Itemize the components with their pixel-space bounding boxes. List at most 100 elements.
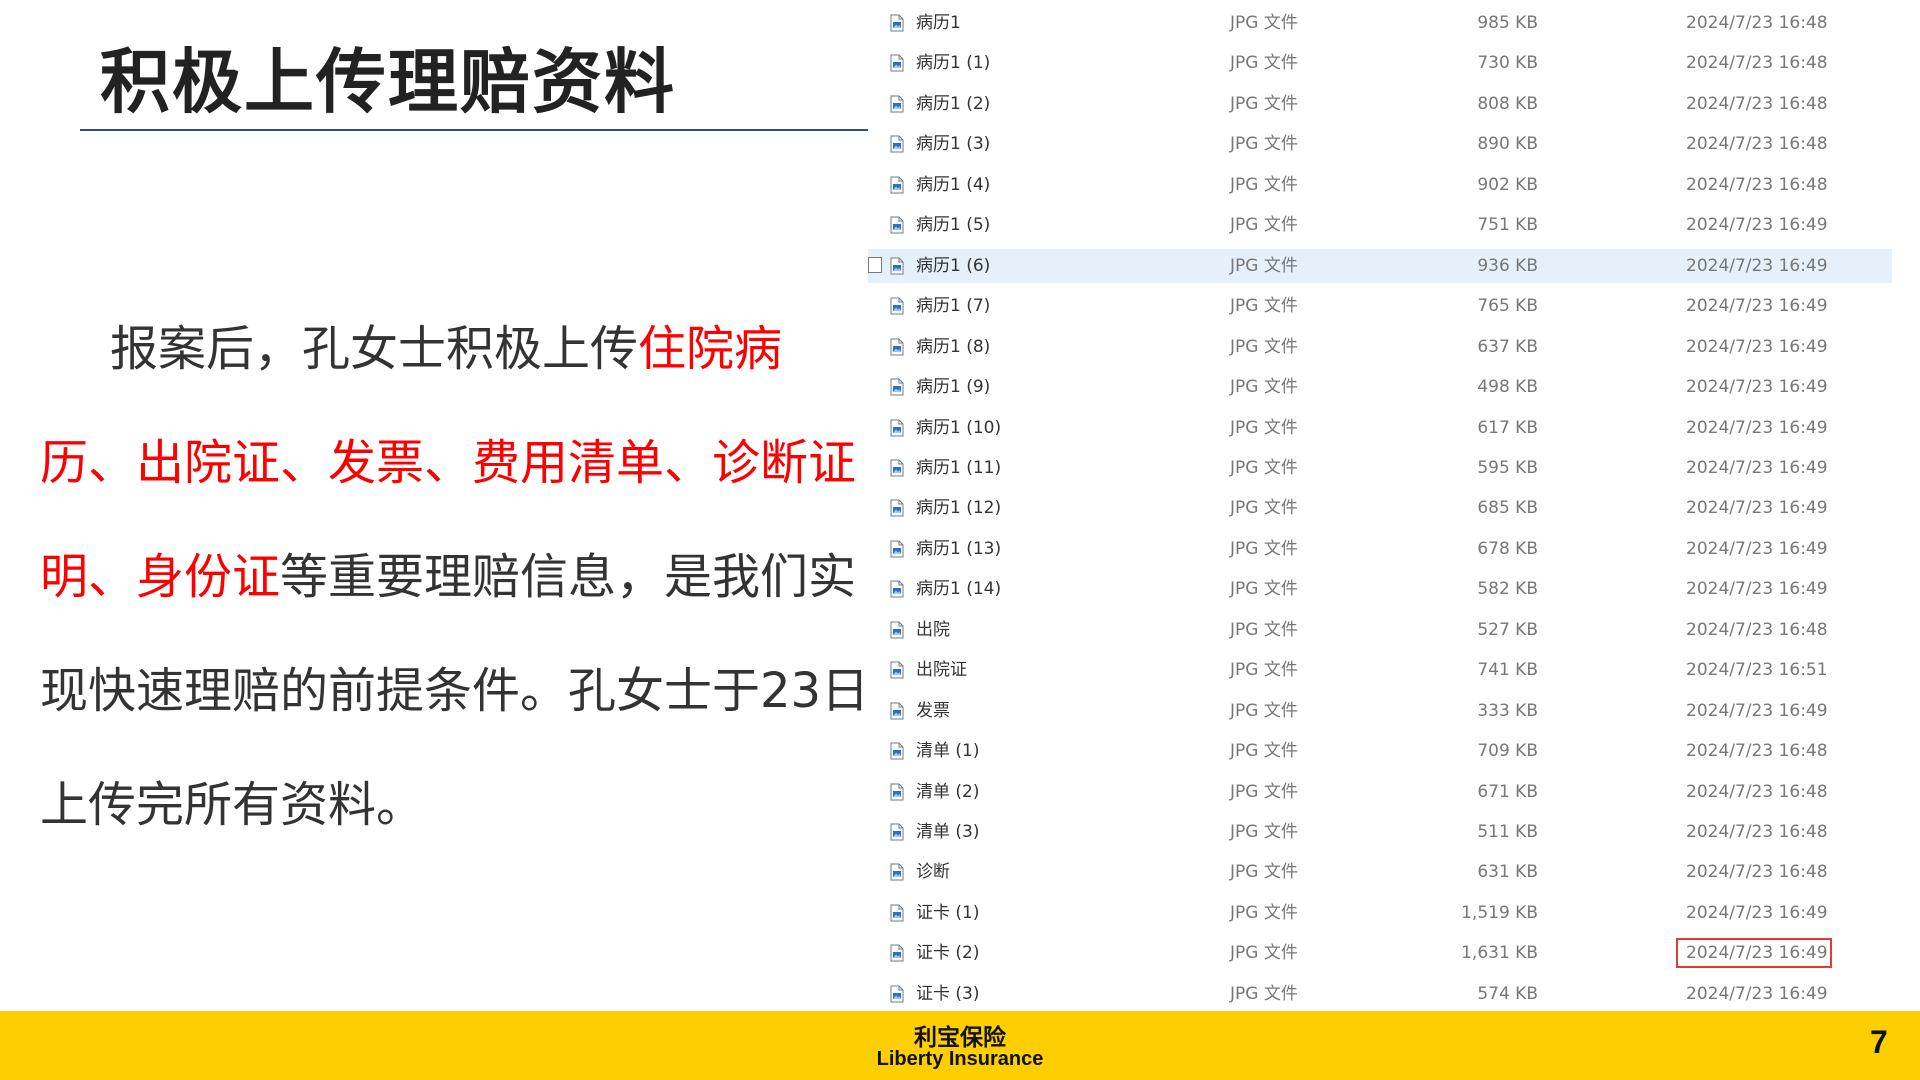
file-name: 清单 (3) [916, 822, 980, 842]
file-row[interactable]: 证卡 (3) JPG 文件 574 KB 2024/7/23 16:49 [868, 977, 1892, 1011]
jpg-file-icon [890, 419, 904, 436]
file-type: JPG 文件 [1230, 215, 1298, 236]
file-type: JPG 文件 [1230, 134, 1298, 155]
file-row[interactable]: 病历1 (13) JPG 文件 678 KB 2024/7/23 16:49 [868, 532, 1892, 566]
file-type: JPG 文件 [1230, 417, 1298, 438]
jpg-file-icon [890, 621, 904, 639]
file-date-modified: 2024/7/23 16:48 [1686, 174, 1828, 195]
jpg-file-icon [890, 257, 904, 275]
jpg-file-icon [890, 702, 904, 720]
file-row[interactable]: 清单 (1) JPG 文件 709 KB 2024/7/23 16:48 [868, 734, 1892, 768]
file-date-modified: 2024/7/23 16:49 [1686, 700, 1828, 721]
file-row[interactable]: 清单 (3) JPG 文件 511 KB 2024/7/23 16:48 [868, 815, 1892, 849]
file-size: 333 KB [1477, 700, 1538, 721]
file-row[interactable]: 病历1 (14) JPG 文件 582 KB 2024/7/23 16:49 [868, 572, 1892, 606]
file-size: 617 KB [1477, 417, 1538, 438]
file-size: 631 KB [1477, 862, 1538, 883]
file-name: 发票 [916, 700, 950, 721]
file-type: JPG 文件 [1230, 457, 1298, 478]
file-type: JPG 文件 [1230, 781, 1298, 802]
file-type: JPG 文件 [1230, 377, 1298, 398]
jpg-file-icon [890, 661, 904, 679]
file-name: 证卡 (1) [916, 902, 980, 923]
file-type: JPG 文件 [1230, 93, 1298, 114]
file-name: 病历1 (14) [916, 579, 1002, 600]
jpg-file-icon [890, 540, 904, 558]
file-size: 741 KB [1477, 660, 1538, 681]
file-date-modified: 2024/7/23 16:49 [1686, 579, 1828, 600]
jpg-file-icon [890, 499, 904, 517]
row-checkbox[interactable] [868, 256, 882, 273]
file-date-modified: 2024/7/23 16:48 [1686, 53, 1828, 74]
file-row[interactable]: 病历1 (8) JPG 文件 637 KB 2024/7/23 16:49 [868, 330, 1892, 364]
file-type: JPG 文件 [1230, 255, 1298, 276]
file-type: JPG 文件 [1230, 619, 1298, 640]
file-type: JPG 文件 [1230, 822, 1298, 842]
file-date-modified: 2024/7/23 16:49 [1686, 498, 1828, 519]
file-size: 751 KB [1477, 215, 1538, 236]
file-type: JPG 文件 [1230, 943, 1298, 964]
file-row[interactable]: 诊断 JPG 文件 631 KB 2024/7/23 16:48 [868, 855, 1892, 889]
file-type: JPG 文件 [1230, 902, 1298, 923]
file-size: 709 KB [1477, 741, 1538, 762]
file-row[interactable]: 病历1 (4) JPG 文件 902 KB 2024/7/23 16:48 [868, 168, 1892, 202]
file-row[interactable]: 病历1 (6) JPG 文件 936 KB 2024/7/23 16:49 [868, 248, 1892, 283]
file-row[interactable]: 病历1 (9) JPG 文件 498 KB 2024/7/23 16:49 [868, 370, 1892, 404]
file-size: 890 KB [1477, 134, 1538, 155]
file-date-modified: 2024/7/23 16:49 [1686, 983, 1828, 1004]
file-row[interactable]: 出院证 JPG 文件 741 KB 2024/7/23 16:51 [868, 653, 1892, 687]
file-row[interactable]: 病历1 (7) JPG 文件 765 KB 2024/7/23 16:49 [868, 289, 1892, 323]
file-date-modified: 2024/7/23 16:48 [1686, 781, 1828, 802]
file-date-modified: 2024/7/23 16:48 [1686, 741, 1828, 762]
file-row[interactable]: 病历1 (3) JPG 文件 890 KB 2024/7/23 16:48 [868, 127, 1892, 161]
file-row[interactable]: 出院 JPG 文件 527 KB 2024/7/23 16:48 [868, 613, 1892, 647]
file-row[interactable]: 病历1 (5) JPG 文件 751 KB 2024/7/23 16:49 [868, 208, 1892, 242]
file-row[interactable]: 病历1 (12) JPG 文件 685 KB 2024/7/23 16:49 [868, 491, 1892, 525]
file-size: 595 KB [1477, 457, 1538, 478]
file-size: 637 KB [1477, 336, 1538, 357]
file-row[interactable]: 清单 (2) JPG 文件 671 KB 2024/7/23 16:48 [868, 775, 1892, 809]
body-paragraph: 报案后，孔女士积极上传住院病历、出院证、发票、费用清单、诊断证明、身份证等重要理… [40, 292, 870, 862]
file-date-modified: 2024/7/23 16:48 [1686, 822, 1828, 842]
file-type: JPG 文件 [1230, 538, 1298, 559]
jpg-file-icon [890, 176, 904, 194]
file-row[interactable]: 证卡 (1) JPG 文件 1,519 KB 2024/7/23 16:49 [868, 896, 1892, 930]
file-name: 证卡 (2) [916, 943, 980, 964]
file-name: 病历1 (1) [916, 53, 991, 74]
file-row[interactable]: 病历1 (1) JPG 文件 730 KB 2024/7/23 16:48 [868, 46, 1892, 80]
file-date-modified: 2024/7/23 16:51 [1686, 660, 1828, 681]
file-name: 病历1 [916, 13, 961, 33]
file-type: JPG 文件 [1230, 983, 1298, 1004]
file-row[interactable]: 病历1 (10) JPG 文件 617 KB 2024/7/23 16:49 [868, 411, 1892, 445]
jpg-file-icon [890, 985, 904, 1003]
file-row[interactable]: 病历1 (11) JPG 文件 595 KB 2024/7/23 16:49 [868, 451, 1892, 485]
file-name: 病历1 (3) [916, 134, 991, 155]
jpg-file-icon [890, 135, 904, 153]
jpg-file-icon [890, 863, 904, 881]
file-row[interactable]: 发票 JPG 文件 333 KB 2024/7/23 16:49 [868, 694, 1892, 728]
file-row[interactable]: 病历1 (2) JPG 文件 808 KB 2024/7/23 16:48 [868, 87, 1892, 121]
file-size: 671 KB [1477, 781, 1538, 802]
file-type: JPG 文件 [1230, 660, 1298, 681]
jpg-file-icon [890, 742, 904, 760]
file-name: 清单 (2) [916, 781, 980, 802]
file-size: 936 KB [1477, 255, 1538, 276]
jpg-file-icon [890, 904, 904, 922]
file-type: JPG 文件 [1230, 741, 1298, 762]
file-size: 527 KB [1477, 619, 1538, 640]
jpg-file-icon [890, 580, 904, 598]
file-size: 498 KB [1477, 377, 1538, 398]
file-name: 病历1 (7) [916, 296, 991, 317]
file-type: JPG 文件 [1230, 336, 1298, 357]
file-date-modified: 2024/7/23 16:49 [1686, 538, 1828, 559]
file-row[interactable]: 病历1 JPG 文件 985 KB 2024/7/23 16:48 [868, 6, 1892, 40]
file-type: JPG 文件 [1230, 862, 1298, 883]
jpg-file-icon [890, 783, 904, 801]
file-date-modified: 2024/7/23 16:48 [1686, 13, 1828, 33]
brand-name-en: Liberty Insurance [876, 1048, 1044, 1070]
file-row[interactable]: 证卡 (2) JPG 文件 1,631 KB 2024/7/23 16:49 [868, 936, 1892, 970]
file-date-modified: 2024/7/23 16:49 [1686, 336, 1828, 357]
file-date-modified: 2024/7/23 16:49 [1686, 296, 1828, 317]
file-type: JPG 文件 [1230, 579, 1298, 600]
jpg-file-icon [890, 297, 904, 315]
